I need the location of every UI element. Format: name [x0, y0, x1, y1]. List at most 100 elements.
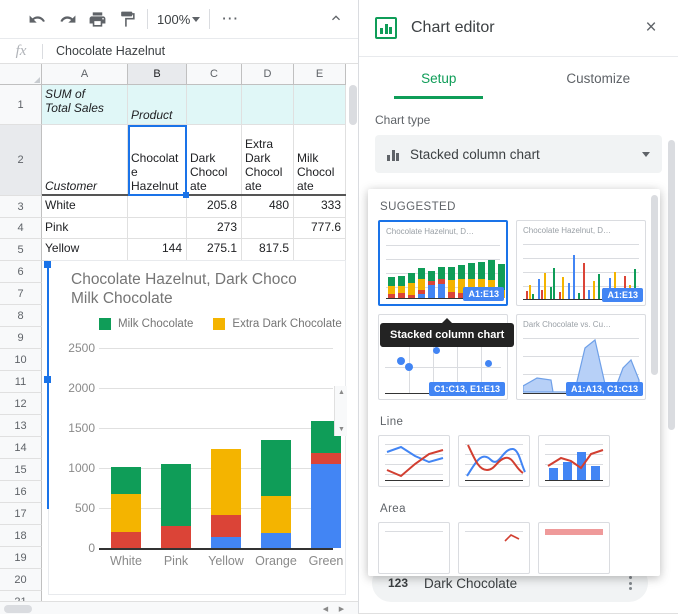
thumb-combo-chart[interactable]	[538, 435, 610, 487]
bar-yellow[interactable]	[211, 449, 241, 548]
redo-icon[interactable]	[52, 4, 82, 34]
row-header-9[interactable]: 9	[0, 327, 42, 349]
col-header-D[interactable]: D	[242, 64, 294, 85]
zoom-control[interactable]: 100%	[153, 12, 204, 27]
cell-B4[interactable]	[128, 218, 187, 239]
row-header-18[interactable]: 18	[0, 525, 42, 547]
select-all-corner[interactable]	[0, 64, 42, 85]
cell-B2[interactable]: Chocolat e Hazelnut	[128, 125, 187, 196]
editor-scrollbar-thumb[interactable]	[668, 140, 675, 430]
vertical-scroll-thumb[interactable]	[349, 85, 357, 125]
row-header-5[interactable]: 5	[0, 239, 42, 261]
thumb-area-3[interactable]	[538, 522, 610, 574]
thumb-column-chart[interactable]: Chocolate Hazelnut, D… A1:E13	[516, 220, 646, 306]
collapse-toolbar-icon[interactable]	[322, 4, 350, 32]
more-toolbar-items-icon[interactable]: ⋯	[215, 4, 245, 34]
paint-format-icon[interactable]	[112, 4, 142, 34]
sheet-horizontal-scrollbar[interactable]: ◀ ▶	[0, 601, 358, 614]
cell-D1[interactable]	[242, 85, 294, 125]
col-header-B[interactable]: B	[128, 64, 187, 85]
more-options-icon[interactable]	[629, 576, 632, 590]
chart-type-select[interactable]: Stacked column chart	[375, 135, 662, 173]
scroll-left-arrow[interactable]: ◀	[319, 602, 332, 614]
cell-D5[interactable]: 817.5	[242, 239, 294, 261]
row-header-4[interactable]: 4	[0, 218, 42, 239]
thumb-range-4: A1:A13, C1:C13	[565, 382, 643, 396]
undo-icon[interactable]	[22, 4, 52, 34]
cell-B3[interactable]	[128, 196, 187, 218]
horizontal-scroll-thumb[interactable]	[4, 605, 32, 613]
sheet-vertical-scrollbar[interactable]	[347, 85, 358, 601]
suggested-thumbnails: Chocolate Hazelnut, D… A1:E13 Chocolate …	[368, 220, 660, 400]
cell-E4[interactable]: 777.6	[294, 218, 346, 239]
row-header-1[interactable]: 1	[0, 85, 42, 125]
cell-E1[interactable]	[294, 85, 346, 125]
cell-A5[interactable]: Yellow	[42, 239, 128, 261]
row-header-3[interactable]: 3	[0, 196, 42, 218]
tab-customize[interactable]: Customize	[519, 57, 678, 99]
row-header-8[interactable]: 8	[0, 305, 42, 327]
formula-bar[interactable]: fx Chocolate Hazelnut	[0, 38, 358, 64]
col-header-C[interactable]: C	[187, 64, 242, 85]
row-header-2[interactable]: 2	[0, 125, 42, 196]
chart-handle-top-left[interactable]	[44, 261, 51, 268]
chart-object[interactable]: Chocolate Hazelnut, Dark Choco Milk Choc…	[48, 260, 346, 595]
chart-handle-mid-left[interactable]	[44, 376, 51, 383]
row-header-13[interactable]: 13	[0, 415, 42, 437]
bar-orange[interactable]	[261, 440, 291, 548]
col-header-A[interactable]: A	[42, 64, 128, 85]
legend-item-extra-dark-chocolate[interactable]: Extra Dark Chocolate	[213, 318, 342, 330]
cell-D4[interactable]	[242, 218, 294, 239]
print-icon[interactable]	[82, 4, 112, 34]
seg-white-milk	[111, 467, 141, 494]
bar-white[interactable]	[111, 467, 141, 548]
cell-C5[interactable]: 275.1	[187, 239, 242, 261]
cell-D3[interactable]: 480	[242, 196, 294, 218]
cell-B5[interactable]: 144	[128, 239, 187, 261]
chart-inner-scrollbar[interactable]: ▲ ▼	[334, 386, 347, 436]
row-header-12[interactable]: 12	[0, 393, 42, 415]
cell-E3[interactable]: 333	[294, 196, 346, 218]
row-header-17[interactable]: 17	[0, 503, 42, 525]
bar-pink[interactable]	[161, 464, 191, 548]
seg-orange-hazelnut	[261, 532, 291, 548]
row-header-19[interactable]: 19	[0, 547, 42, 569]
row-header-16[interactable]: 16	[0, 481, 42, 503]
cell-D2[interactable]: Extra Dark Chocol ate	[242, 125, 294, 196]
cell-E2[interactable]: Milk Chocol ate	[294, 125, 346, 196]
row-header-20[interactable]: 20	[0, 569, 42, 591]
cell-A4[interactable]: Pink	[42, 218, 128, 239]
cell-E5[interactable]	[294, 239, 346, 261]
cell-C3[interactable]: 205.8	[187, 196, 242, 218]
dropdown-scrollbar-thumb[interactable]	[651, 195, 658, 375]
thumb-smooth-line-chart[interactable]	[458, 435, 530, 487]
row-header-10[interactable]: 10	[0, 349, 42, 371]
row-header-11[interactable]: 11	[0, 371, 42, 393]
cell-B1[interactable]: Product	[128, 85, 187, 125]
cell-C1[interactable]	[187, 85, 242, 125]
thumb-area-2[interactable]	[458, 522, 530, 574]
formula-value[interactable]: Chocolate Hazelnut	[43, 44, 165, 58]
thumb-line-chart[interactable]	[378, 435, 450, 487]
ytick-2000: 2000	[68, 381, 95, 395]
seg-green-dark	[311, 452, 341, 464]
cell-A3[interactable]: White	[42, 196, 128, 218]
cell-A1[interactable]: SUM of Total Sales	[42, 85, 128, 125]
cell-C2[interactable]: Dark Chocol ate	[187, 125, 242, 196]
thumb-area-chart[interactable]: Dark Chocolate vs. Cu… A1:A13, C1:C13	[516, 314, 646, 400]
scroll-right-arrow[interactable]: ▶	[335, 602, 348, 614]
thumb-stacked-column-chart[interactable]: Chocolate Hazelnut, D… A1:E13	[378, 220, 508, 306]
row-header-14[interactable]: 14	[0, 437, 42, 459]
bar-green[interactable]	[311, 421, 341, 548]
row-header-7[interactable]: 7	[0, 283, 42, 305]
row-header-15[interactable]: 15	[0, 459, 42, 481]
tab-setup[interactable]: Setup	[359, 57, 519, 99]
cell-C4[interactable]: 273	[187, 218, 242, 239]
ytick-0: 0	[88, 541, 95, 555]
thumb-area-1[interactable]	[378, 522, 450, 574]
close-icon[interactable]: ×	[638, 15, 664, 41]
row-header-6[interactable]: 6	[0, 261, 42, 283]
legend-item-milk-chocolate[interactable]: Milk Chocolate	[99, 318, 193, 330]
cell-A2[interactable]: Customer	[42, 125, 128, 196]
col-header-E[interactable]: E	[294, 64, 346, 85]
